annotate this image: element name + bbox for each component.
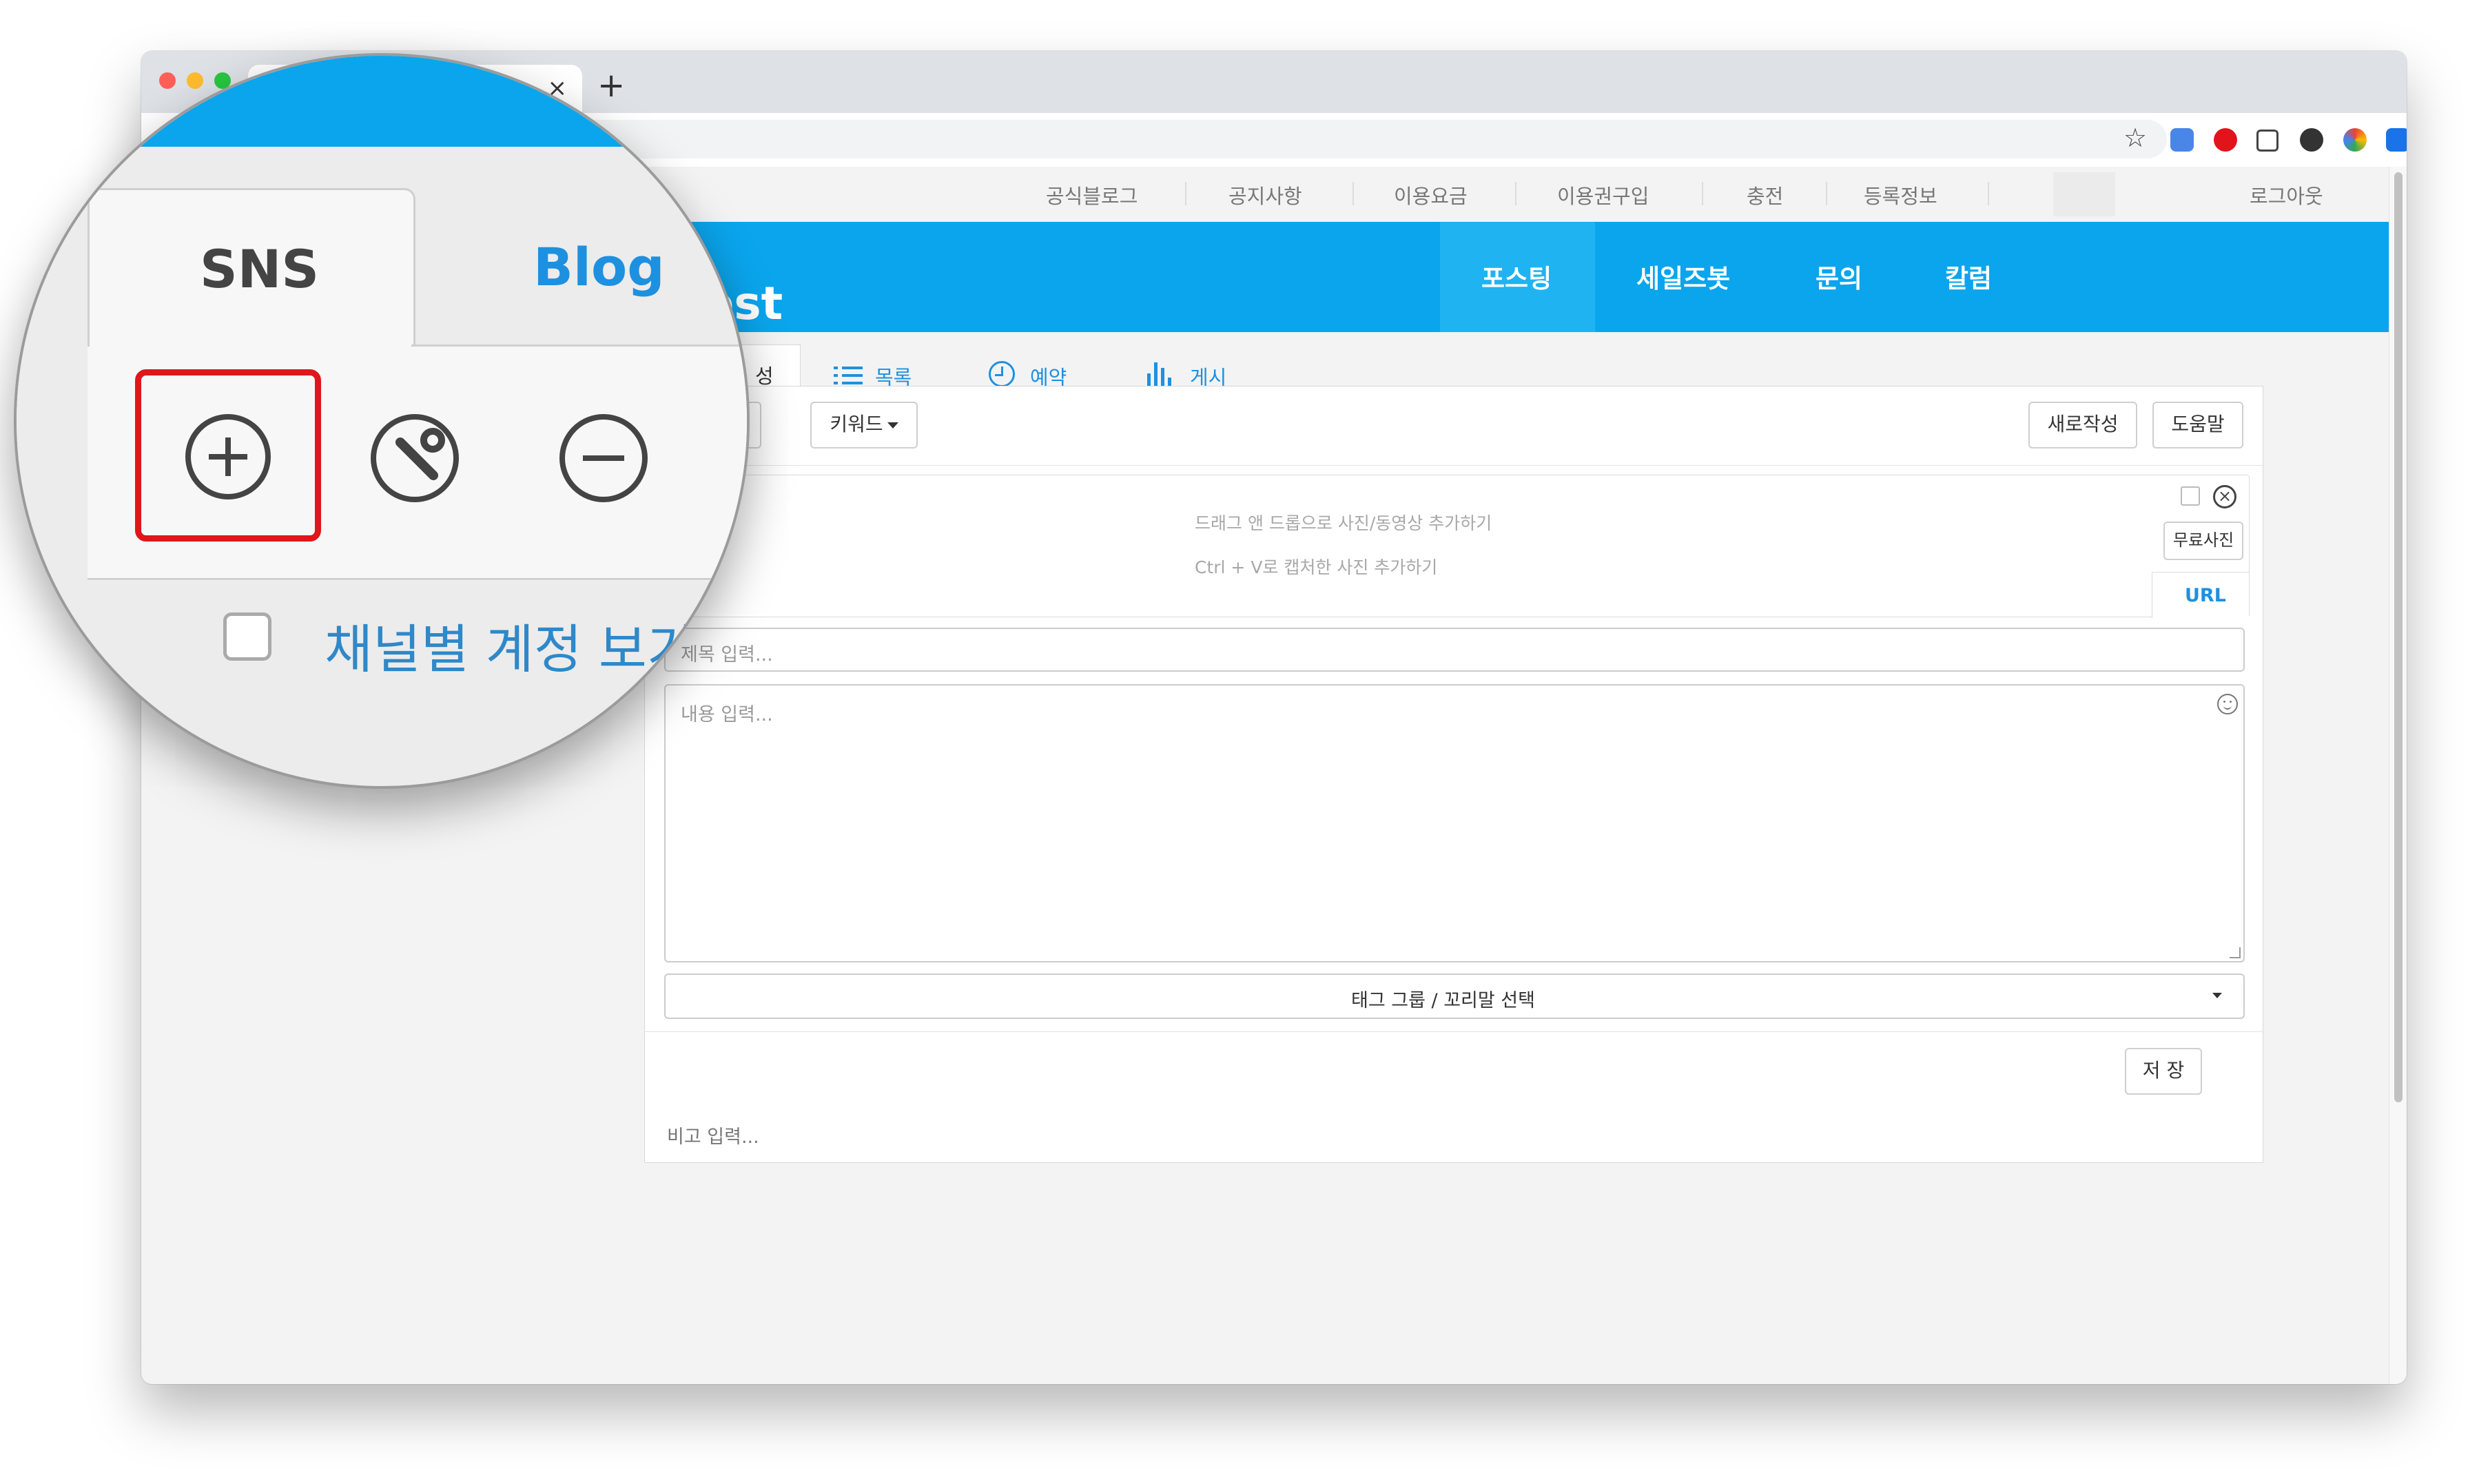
tag-group-select-label: 태그 그룹 / 꼬리말 선택 bbox=[1351, 990, 1535, 1011]
bar-chart-icon bbox=[1147, 360, 1175, 389]
menu-posting[interactable]: 포스팅 bbox=[1481, 258, 1552, 295]
menu-inquiry[interactable]: 문의 bbox=[1815, 258, 1862, 295]
divider bbox=[88, 578, 747, 580]
remove-account-icon[interactable] bbox=[559, 414, 648, 502]
drag-drop-hint: 드래그 앤 드롭으로 사진/동영상 추가하기 bbox=[1195, 513, 1492, 533]
emoji-icon[interactable] bbox=[2217, 694, 2238, 714]
paste-hint: Ctrl + V로 캡처한 사진 추가하기 bbox=[1195, 557, 1438, 577]
content-placeholder: 내용 입력... bbox=[681, 704, 773, 725]
posting-panel: 택 키워드 새로작성 도움말 드래그 앤 드롭으로 사진/동영상 추가하기 Ct… bbox=[644, 386, 2263, 1163]
channel-account-checkbox[interactable] bbox=[223, 612, 271, 661]
topnav-separator bbox=[1702, 182, 1703, 205]
clock-icon bbox=[989, 361, 1015, 387]
free-photo-button[interactable]: 무료사진 bbox=[2163, 522, 2243, 560]
translate-extension-icon[interactable] bbox=[2170, 128, 2194, 152]
keyword-dropdown[interactable]: 키워드 bbox=[810, 402, 918, 449]
media-checkbox[interactable] bbox=[2181, 486, 2200, 506]
chevron-down-icon bbox=[887, 422, 898, 429]
tab-sns[interactable]: SNS bbox=[88, 188, 415, 349]
tab-blog[interactable]: Blog bbox=[533, 236, 665, 298]
download-extension-icon[interactable] bbox=[2300, 128, 2323, 152]
list-icon bbox=[834, 364, 865, 387]
save-button[interactable]: 저 장 bbox=[2125, 1048, 2202, 1095]
topnav-separator bbox=[1988, 182, 1989, 205]
adblock-extension-icon[interactable] bbox=[2214, 128, 2237, 152]
resize-handle[interactable] bbox=[2230, 947, 2241, 958]
settings-wrench-icon[interactable] bbox=[371, 414, 459, 502]
chrome-extension-icon[interactable] bbox=[2343, 128, 2367, 152]
url-tab[interactable]: URL bbox=[2152, 572, 2249, 618]
tab-write-label: 성 bbox=[755, 364, 774, 388]
topnav-separator bbox=[1826, 182, 1827, 205]
note-input[interactable]: 비고 입력... bbox=[667, 1122, 759, 1148]
magnifier-callout: SNS Blog 채널별 계정 보기 bbox=[14, 53, 750, 789]
chevron-down-icon bbox=[2212, 993, 2222, 998]
media-drop-zone[interactable]: 드래그 앤 드롭으로 사진/동영상 추가하기 Ctrl + V로 캡처한 사진 … bbox=[660, 475, 2250, 618]
topnav-blank-block bbox=[2053, 172, 2115, 216]
analytics-extension-icon[interactable] bbox=[2386, 128, 2407, 152]
topnav-notice[interactable]: 공지사항 bbox=[1228, 181, 1302, 209]
close-icon[interactable]: × bbox=[2213, 485, 2236, 508]
tab-sns-label: SNS bbox=[200, 238, 320, 300]
bookmark-star-icon[interactable]: ☆ bbox=[2123, 123, 2147, 153]
keyword-dropdown-label: 키워드 bbox=[830, 413, 883, 435]
topnav-separator bbox=[1185, 182, 1186, 205]
channel-account-label: 채널별 계정 보기 bbox=[325, 619, 695, 680]
menu-column[interactable]: 칼럼 bbox=[1945, 258, 1992, 295]
topnav-separator bbox=[1515, 182, 1516, 205]
topnav-registration[interactable]: 등록정보 bbox=[1864, 181, 1937, 209]
divider bbox=[645, 465, 2263, 466]
url-tab-label: URL bbox=[2185, 585, 2226, 606]
magnified-header bbox=[17, 56, 747, 147]
add-account-icon[interactable] bbox=[185, 414, 271, 499]
tag-group-select[interactable]: 태그 그룹 / 꼬리말 선택 bbox=[664, 973, 2245, 1019]
topnav-buy-pass[interactable]: 이용권구입 bbox=[1557, 181, 1649, 209]
title-input[interactable]: 제목 입력... bbox=[664, 628, 2245, 672]
topnav-charge[interactable]: 충전 bbox=[1747, 181, 1783, 209]
divider bbox=[645, 1031, 2263, 1032]
page-scrollbar[interactable] bbox=[2389, 167, 2407, 1384]
menu-salesbot[interactable]: 세일즈봇 bbox=[1636, 258, 1730, 295]
topnav-logout[interactable]: 로그아웃 bbox=[2250, 181, 2323, 209]
help-button[interactable]: 도움말 bbox=[2152, 402, 2243, 449]
content-textarea[interactable]: 내용 입력... bbox=[664, 684, 2245, 962]
topnav-separator bbox=[1352, 182, 1354, 205]
new-write-button[interactable]: 새로작성 bbox=[2028, 402, 2137, 449]
topnav-official-blog[interactable]: 공식블로그 bbox=[1046, 181, 1138, 209]
scrollbar-thumb[interactable] bbox=[2394, 172, 2403, 1102]
pocket-extension-icon[interactable] bbox=[2256, 130, 2279, 152]
topnav-pricing[interactable]: 이용요금 bbox=[1394, 181, 1468, 209]
